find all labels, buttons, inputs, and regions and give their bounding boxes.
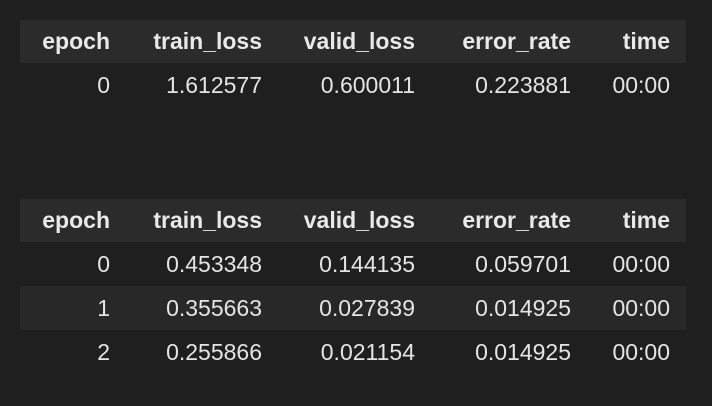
cell-time: 00:00 (612, 250, 670, 277)
column-header-epoch: epoch (42, 207, 110, 233)
table-row: 2 0.255866 0.021154 0.014925 00:00 (20, 330, 686, 374)
training-results-table-1: epoch train_loss valid_loss error_rate t… (20, 20, 686, 107)
cell-valid-loss: 0.027839 (319, 294, 415, 321)
column-header-valid-loss: valid_loss (303, 207, 415, 233)
cell-epoch: 0 (97, 71, 110, 98)
column-header-valid-loss: valid_loss (303, 28, 415, 54)
cell-valid-loss: 0.021154 (320, 338, 415, 365)
table-body: 0 0.453348 0.144135 0.059701 00:00 1 0.3… (20, 242, 686, 374)
cell-train-loss: 0.355663 (166, 294, 262, 321)
table-body: 0 1.612577 0.600011 0.223881 00:00 (20, 63, 686, 107)
cell-time: 00:00 (612, 294, 670, 321)
column-header-error-rate: error_rate (462, 28, 571, 54)
table-header: epoch train_loss valid_loss error_rate t… (20, 20, 686, 63)
column-header-train-loss: train_loss (153, 207, 262, 233)
column-header-time: time (622, 207, 670, 233)
cell-error-rate: 0.014925 (475, 294, 571, 321)
column-header-time: time (622, 28, 670, 54)
cell-error-rate: 0.014925 (475, 338, 571, 365)
column-header-error-rate: error_rate (462, 207, 571, 233)
cell-epoch: 0 (97, 250, 110, 277)
cell-train-loss: 1.612577 (166, 71, 262, 98)
table-row: 1 0.355663 0.027839 0.014925 00:00 (20, 286, 686, 330)
cell-valid-loss: 0.600011 (320, 71, 415, 98)
header-row: epoch train_loss valid_loss error_rate t… (20, 199, 686, 242)
table-row: 0 1.612577 0.600011 0.223881 00:00 (20, 63, 686, 107)
cell-train-loss: 0.453348 (166, 250, 262, 277)
training-results-table-2: epoch train_loss valid_loss error_rate t… (20, 199, 686, 374)
cell-valid-loss: 0.144135 (319, 250, 415, 277)
column-header-epoch: epoch (42, 28, 110, 54)
column-header-train-loss: train_loss (153, 28, 262, 54)
table-row: 0 0.453348 0.144135 0.059701 00:00 (20, 242, 686, 286)
cell-time: 00:00 (612, 71, 670, 98)
cell-error-rate: 0.059701 (475, 250, 571, 277)
cell-train-loss: 0.255866 (166, 338, 262, 365)
header-row: epoch train_loss valid_loss error_rate t… (20, 20, 686, 63)
cell-epoch: 2 (97, 338, 110, 365)
cell-time: 00:00 (612, 338, 670, 365)
table-header: epoch train_loss valid_loss error_rate t… (20, 199, 686, 242)
cell-epoch: 1 (97, 294, 110, 321)
cell-error-rate: 0.223881 (475, 71, 571, 98)
